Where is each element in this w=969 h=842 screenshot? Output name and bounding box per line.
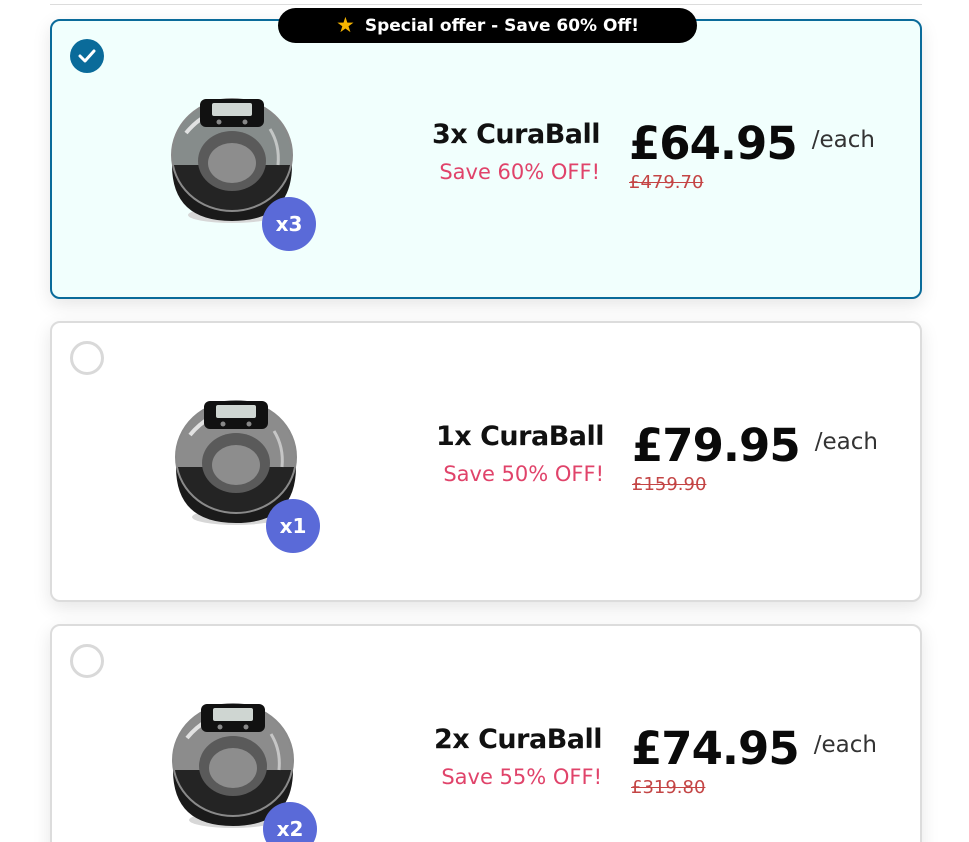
special-offer-banner: ★ Special offer - Save 60% Off! — [278, 8, 697, 43]
star-icon: ★ — [336, 13, 355, 37]
quantity-badge: x3 — [262, 197, 316, 251]
radio-unselected[interactable] — [70, 644, 104, 678]
radio-unselected[interactable] — [70, 341, 104, 375]
price: £64.95 — [629, 117, 798, 170]
offer-card-3x[interactable]: ★ Special offer - Save 60% Off! x3 3x Cu… — [50, 8, 922, 299]
old-price: £159.90 — [632, 474, 707, 495]
per-unit-label: /each — [813, 732, 877, 758]
special-offer-text: Special offer - Save 60% Off! — [364, 15, 639, 36]
save-text: Save 55% OFF! — [441, 765, 602, 789]
price-block: £74.95 /each £319.80 — [631, 722, 877, 798]
price: £74.95 — [631, 722, 800, 775]
check-icon — [78, 49, 96, 63]
product-name: 1x CuraBall — [436, 421, 604, 452]
save-text: Save 50% OFF! — [443, 462, 604, 486]
product-name: 2x CuraBall — [434, 724, 602, 755]
radio-selected[interactable] — [70, 39, 104, 73]
offer-info: 1x CuraBall Save 50% OFF! — [436, 421, 604, 486]
top-divider — [50, 4, 922, 5]
quantity-badge: x1 — [266, 499, 320, 553]
old-price: £479.70 — [629, 172, 704, 193]
price-block: £79.95 /each £159.90 — [632, 419, 878, 495]
offer-selector: ★ Special offer - Save 60% Off! x3 3x Cu… — [0, 0, 969, 842]
product-name: 3x CuraBall — [432, 119, 600, 150]
per-unit-label: /each — [814, 429, 878, 455]
offer-card-2x[interactable]: x2 2x CuraBall Save 55% OFF! £74.95 /eac… — [50, 624, 922, 842]
offer-card-1x[interactable]: x1 1x CuraBall Save 50% OFF! £79.95 /eac… — [50, 321, 922, 602]
price-block: £64.95 /each £479.70 — [629, 117, 875, 193]
price: £79.95 — [632, 419, 801, 472]
save-text: Save 60% OFF! — [439, 160, 600, 184]
old-price: £319.80 — [631, 777, 706, 798]
offer-info: 3x CuraBall Save 60% OFF! — [432, 119, 600, 184]
quantity-badge: x2 — [263, 802, 317, 842]
offer-info: 2x CuraBall Save 55% OFF! — [434, 724, 602, 789]
per-unit-label: /each — [811, 127, 875, 153]
